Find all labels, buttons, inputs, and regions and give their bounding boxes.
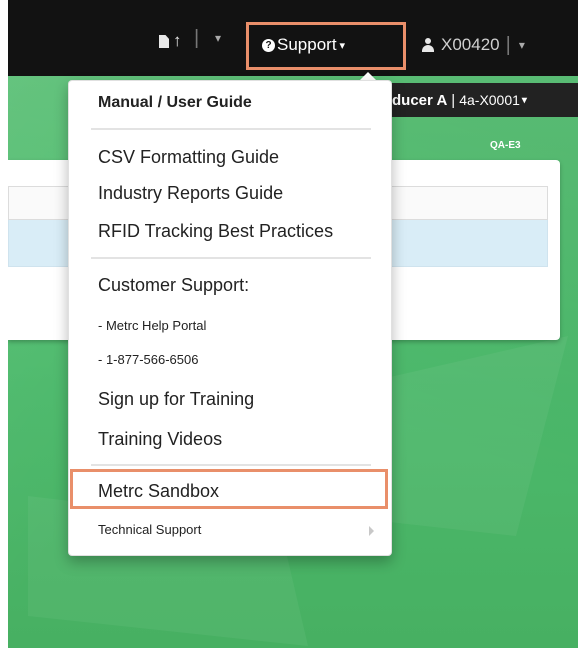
environment-label: QA-E3: [490, 140, 521, 151]
chevron-right-icon: [369, 526, 374, 536]
menu-item-sign-up-for-training[interactable]: Sign up for Training: [98, 389, 254, 410]
menu-divider: [91, 464, 371, 466]
nav-separator: |: [194, 0, 199, 76]
chevron-down-icon: ▾: [521, 94, 527, 106]
separator: |: [194, 26, 200, 49]
upload-arrow-icon[interactable]: ↑: [173, 31, 182, 51]
customer-support-heading: Customer Support:: [98, 275, 250, 295]
user-menu-button[interactable]: X00420 | ▾: [421, 32, 525, 58]
menu-item-metrc-help-portal[interactable]: - Metrc Help Portal: [98, 318, 206, 333]
user-id-label: X00420: [441, 35, 500, 54]
menu-divider: [91, 257, 371, 259]
facility-license: 4a-X0001: [459, 92, 520, 108]
question-circle-icon: ?: [262, 38, 275, 52]
support-dropdown-menu: Manual / User Guide CSV Formatting Guide…: [68, 80, 392, 556]
menu-item-manual-user-guide[interactable]: Manual / User Guide: [98, 94, 252, 112]
menu-divider: [91, 128, 371, 130]
document-icon[interactable]: [159, 35, 169, 48]
support-phone-number[interactable]: - 1-877-566-6506: [98, 352, 198, 367]
facility-selector[interactable]: ducer A | 4a-X0001 ▾: [388, 83, 578, 117]
menu-item-metrc-sandbox[interactable]: Metrc Sandbox: [98, 481, 219, 502]
upload-caret[interactable]: ▾: [211, 0, 221, 76]
menu-item-training-videos[interactable]: Training Videos: [98, 429, 222, 450]
app-frame: ↑ | ▾ ? Support ▾ X00420 | ▾ ducer A | 4…: [8, 0, 578, 648]
dropdown-pointer: [360, 72, 376, 80]
chevron-down-icon: ▾: [518, 38, 525, 52]
menu-item-rfid-tracking-best-practices[interactable]: RFID Tracking Best Practices: [98, 221, 333, 242]
top-navbar: ↑ | ▾ ? Support ▾ X00420 | ▾: [8, 0, 578, 76]
menu-item-technical-support[interactable]: Technical Support: [98, 522, 201, 537]
support-menu-button[interactable]: ? Support ▾: [262, 32, 345, 58]
support-label: Support: [277, 35, 337, 54]
separator: |: [451, 91, 456, 109]
menu-item-csv-formatting-guide[interactable]: CSV Formatting Guide: [98, 147, 279, 168]
user-icon: [421, 38, 435, 52]
chevron-down-icon: ▾: [339, 39, 346, 52]
menu-item-industry-reports-guide[interactable]: Industry Reports Guide: [98, 183, 283, 204]
chevron-down-icon: ▾: [215, 31, 222, 45]
separator: |: [505, 33, 511, 56]
facility-name: ducer A: [392, 91, 448, 109]
